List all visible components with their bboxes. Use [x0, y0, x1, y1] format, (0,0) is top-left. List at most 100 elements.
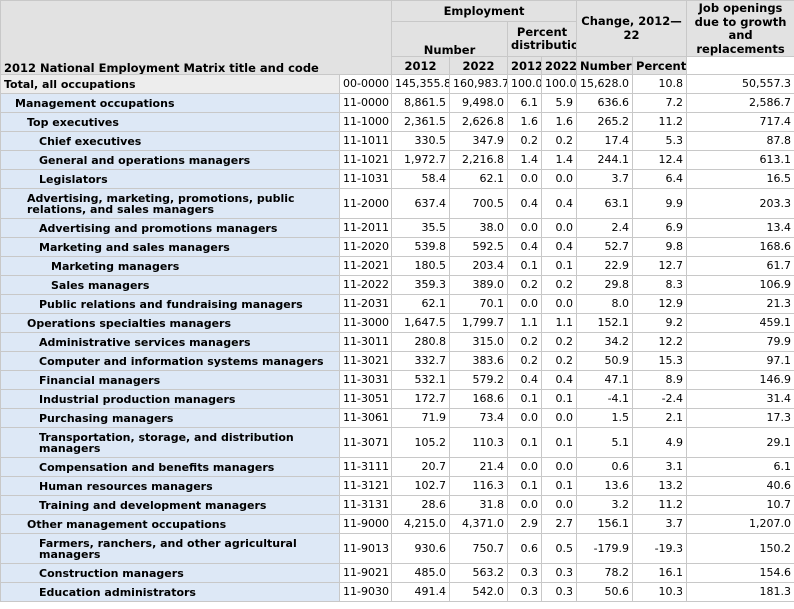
cell-code: 11-2021: [338, 256, 393, 276]
cell-code: 11-3021: [338, 351, 393, 371]
cell-n2012: 35.5: [391, 218, 451, 238]
table-row: Transportation, storage, and distributio…: [0, 427, 794, 458]
cell-jobs: 79.9: [686, 332, 794, 352]
cell-jobs: 106.9: [686, 275, 794, 295]
cell-jobs: 459.1: [686, 313, 794, 333]
title-code-header: 2012 National Employment Matrix title an…: [0, 0, 393, 75]
cell-jobs: 146.9: [686, 370, 794, 390]
cell-p2022: 2.7: [541, 514, 578, 534]
cell-n2012: 105.2: [391, 427, 451, 458]
table-row: Advertising, marketing, promotions, publ…: [0, 188, 794, 219]
cell-p2012: 0.0: [507, 495, 543, 515]
cell-chg: 3.7: [576, 169, 634, 189]
cell-n2022: 31.8: [449, 495, 509, 515]
occupation-title: Other management occupations: [0, 514, 340, 534]
cell-chg: 0.6: [576, 457, 634, 477]
cell-pct: 4.9: [632, 427, 688, 458]
cell-pct: 13.2: [632, 476, 688, 496]
cell-p2012: 100.0: [507, 74, 543, 94]
cell-p2012: 0.2: [507, 131, 543, 151]
cell-code: 11-2020: [338, 237, 393, 257]
occupation-title: Industrial production managers: [0, 389, 340, 409]
change-number-header: Number: [576, 56, 634, 75]
cell-n2022: 9,498.0: [449, 93, 509, 113]
cell-n2012: 2,361.5: [391, 112, 451, 132]
cell-p2022: 1.1: [541, 313, 578, 333]
cell-chg: 8.0: [576, 294, 634, 314]
pct-2012-header: 2012: [507, 56, 543, 75]
cell-pct: 9.9: [632, 188, 688, 219]
cell-pct: 7.2: [632, 93, 688, 113]
occupation-title: Management occupations: [0, 93, 340, 113]
year-2012-header: 2012: [391, 56, 451, 75]
cell-p2022: 0.3: [541, 563, 578, 583]
cell-code: 11-3031: [338, 370, 393, 390]
cell-p2022: 100.0: [541, 74, 578, 94]
occupation-title: Farmers, ranchers, and other agricultura…: [0, 533, 340, 564]
occupation-title: Marketing and sales managers: [0, 237, 340, 257]
occupation-title: Purchasing managers: [0, 408, 340, 428]
cell-n2012: 58.4: [391, 169, 451, 189]
occupation-title: Marketing managers: [0, 256, 340, 276]
cell-n2012: 145,355.8: [391, 74, 451, 94]
cell-n2022: 563.2: [449, 563, 509, 583]
cell-p2012: 0.4: [507, 188, 543, 219]
occupation-title: Top executives: [0, 112, 340, 132]
change-percent-header: Percent: [632, 56, 688, 75]
cell-code: 11-1000: [338, 112, 393, 132]
table-row: Legislators 11-1031 58.4 62.1 0.0 0.0 3.7 6.4 16…: [0, 169, 794, 189]
cell-p2012: 0.2: [507, 275, 543, 295]
cell-p2022: 0.1: [541, 389, 578, 409]
cell-jobs: 87.8: [686, 131, 794, 151]
table-row: Industrial production managers 11-3051 172…: [0, 389, 794, 409]
cell-n2022: 4,371.0: [449, 514, 509, 534]
cell-code: 11-3111: [338, 457, 393, 477]
cell-n2022: 160,983.7: [449, 74, 509, 94]
table-row: Top executives 11-1000 2,361.5 2,626.8 1.6 1.…: [0, 112, 794, 132]
cell-n2012: 280.8: [391, 332, 451, 352]
occupation-title: Legislators: [0, 169, 340, 189]
table-row: Purchasing managers 11-3061 71.9 73.4 0.0 0.0…: [0, 408, 794, 428]
cell-p2022: 5.9: [541, 93, 578, 113]
occupation-title: Transportation, storage, and distributio…: [0, 427, 340, 458]
table-row: Farmers, ranchers, and other agricultura…: [0, 533, 794, 564]
cell-p2012: 0.1: [507, 389, 543, 409]
cell-pct: 10.3: [632, 582, 688, 602]
cell-n2012: 485.0: [391, 563, 451, 583]
cell-code: 11-2031: [338, 294, 393, 314]
cell-p2022: 0.0: [541, 408, 578, 428]
cell-jobs: 181.3: [686, 582, 794, 602]
cell-p2022: 1.6: [541, 112, 578, 132]
cell-chg: 17.4: [576, 131, 634, 151]
cell-pct: 12.9: [632, 294, 688, 314]
cell-jobs: 717.4: [686, 112, 794, 132]
cell-jobs: 40.6: [686, 476, 794, 496]
cell-code: 11-3000: [338, 313, 393, 333]
cell-jobs: 97.1: [686, 351, 794, 371]
cell-jobs: 61.7: [686, 256, 794, 276]
cell-n2012: 20.7: [391, 457, 451, 477]
cell-n2022: 203.4: [449, 256, 509, 276]
occupation-title: Construction managers: [0, 563, 340, 583]
cell-n2022: 579.2: [449, 370, 509, 390]
cell-chg: -4.1: [576, 389, 634, 409]
cell-chg: 50.9: [576, 351, 634, 371]
cell-p2012: 1.6: [507, 112, 543, 132]
cell-chg: 15,628.0: [576, 74, 634, 94]
cell-code: 00-0000: [338, 74, 393, 94]
table-row: Operations specialties managers 11-3000 1,…: [0, 313, 794, 333]
cell-p2022: 0.2: [541, 275, 578, 295]
cell-jobs: 13.4: [686, 218, 794, 238]
cell-n2012: 102.7: [391, 476, 451, 496]
cell-pct: 9.8: [632, 237, 688, 257]
occupation-title: Total, all occupations: [0, 74, 340, 94]
cell-pct: 12.7: [632, 256, 688, 276]
table-body: Total, all occupations 00-0000 145,355.8 16…: [0, 74, 794, 602]
cell-p2012: 0.3: [507, 582, 543, 602]
cell-p2022: 0.0: [541, 169, 578, 189]
table-row: Computer and information systems manager…: [0, 351, 794, 371]
cell-jobs: 613.1: [686, 150, 794, 170]
cell-n2022: 1,799.7: [449, 313, 509, 333]
cell-n2012: 332.7: [391, 351, 451, 371]
cell-p2022: 0.2: [541, 351, 578, 371]
